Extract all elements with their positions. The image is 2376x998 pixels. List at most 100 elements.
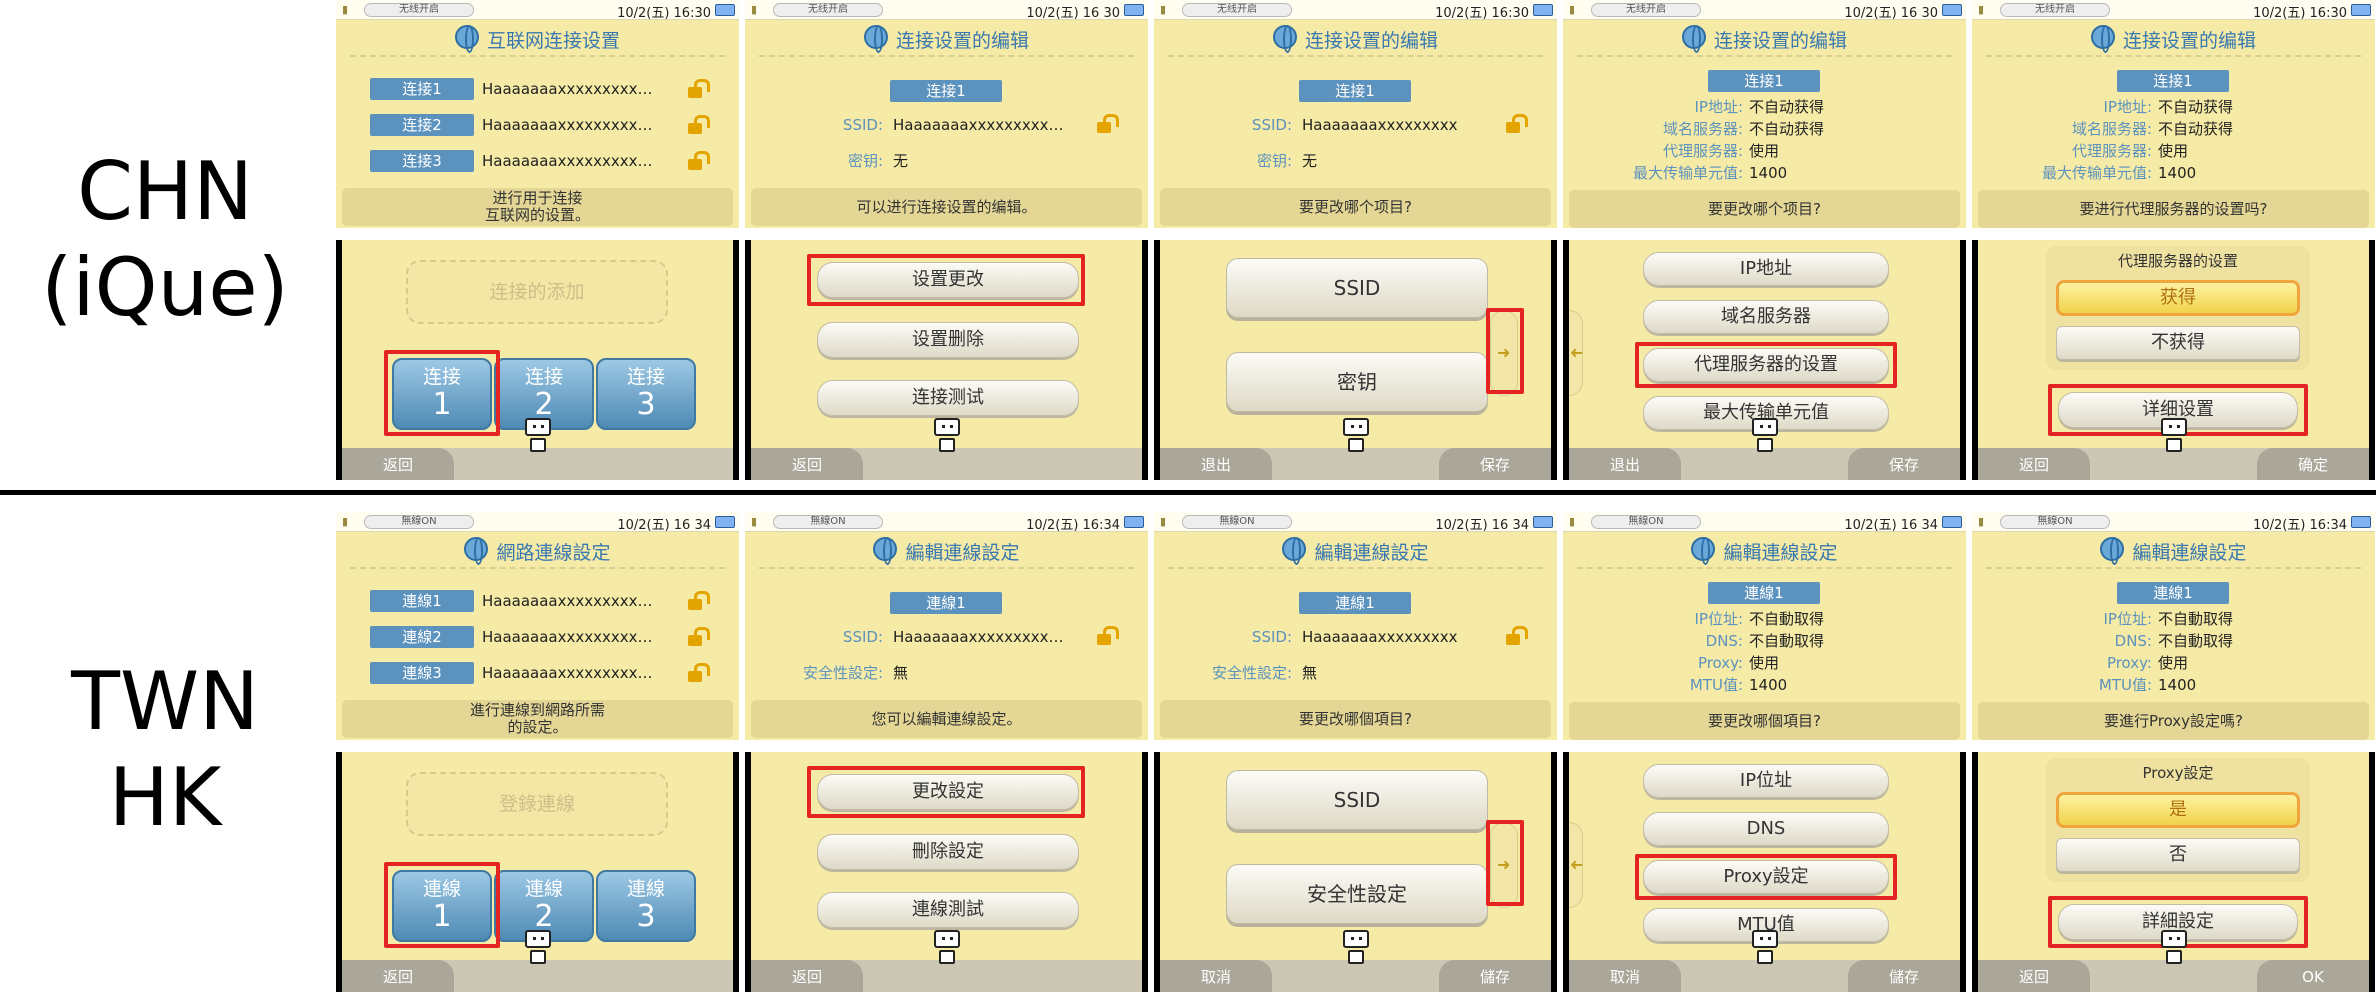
cancel-button[interactable]: 取消 (1569, 960, 1681, 992)
add-connection-button[interactable]: 连接的添加 (406, 260, 668, 324)
previous-page-tab[interactable]: ➜ (1569, 310, 1583, 396)
touch-panel: 代理服务器的设置 获得 不获得 详细设置 返回 确定 (1978, 240, 2369, 480)
page-title: 編輯連線設定 (905, 542, 1020, 564)
exit-button[interactable]: 退出 (1569, 448, 1681, 480)
cancel-button[interactable]: 取消 (1160, 960, 1272, 992)
message-box: 要进行代理服务器的设置吗? (1978, 190, 2369, 228)
save-button[interactable]: 儲存 (1848, 960, 1960, 992)
confirm-button[interactable]: 确定 (2257, 448, 2369, 480)
info-value: 不自動取得 (2158, 632, 2234, 650)
save-button[interactable]: 保存 (1439, 448, 1551, 480)
globe-icon (1691, 537, 1716, 565)
clock: 10/2(五) 16 34 (1435, 518, 1529, 533)
globe-icon (1272, 25, 1297, 53)
screen-connection-list: ▮ 无线开启 10/2(五) 16:30 互联网连接设置 连接1 Haaaaaaa… (336, 0, 739, 480)
delete-settings-button[interactable]: 刪除設定 (817, 834, 1079, 870)
proxy-no-option[interactable]: 否 (2056, 838, 2300, 872)
exit-button[interactable]: 退出 (1160, 448, 1272, 480)
add-connection-button[interactable]: 登錄連線 (406, 772, 668, 836)
battery-icon (1942, 516, 1962, 528)
field-row: 安全性設定: 無 (1154, 662, 1554, 684)
top-screen: ▮ 无线开启 10/2(五) 16 30 连接设置的编辑 连接1 IP地址: 不自… (1563, 0, 1966, 228)
field-label: 安全性設定: (1211, 664, 1292, 682)
highlight-box (384, 350, 500, 436)
message-text: 進行連線到網路所需 的設定。 (469, 701, 605, 736)
dns-button[interactable]: 域名服务器 (1643, 300, 1889, 334)
info-row: 最大传输单元值: 1400 (1563, 162, 1963, 184)
info-label: IP位址: (2103, 610, 2152, 628)
dns-button[interactable]: DNS (1643, 812, 1889, 846)
signal-icon: ▮ (1160, 515, 1167, 528)
ip-address-button[interactable]: IP位址 (1643, 764, 1889, 798)
connection-3-button[interactable]: 连接 3 (596, 358, 696, 430)
info-label: MTU值: (1689, 676, 1743, 694)
save-button[interactable]: 儲存 (1439, 960, 1551, 992)
mascot-icon (525, 418, 551, 452)
field-label: SSID: (1251, 628, 1292, 646)
previous-page-tab[interactable]: ➜ (1569, 822, 1583, 908)
signal-icon: ▮ (1569, 3, 1576, 16)
ip-address-button[interactable]: IP地址 (1643, 252, 1889, 286)
ssid-button[interactable]: SSID (1226, 258, 1488, 318)
back-button[interactable]: 返回 (751, 960, 863, 992)
delete-settings-button[interactable]: 设置删除 (817, 322, 1079, 358)
highlight-box (1486, 820, 1524, 906)
proxy-obtain-option[interactable]: 获得 (2056, 280, 2300, 316)
footer-bar: 退出 保存 (1569, 448, 1960, 480)
back-button[interactable]: 返回 (342, 448, 454, 480)
info-label: DNS: (2114, 632, 2152, 650)
wireless-status: 無線ON (2000, 515, 2110, 529)
connection-row: 连接1 Haaaaaaaxxxxxxxxx… (370, 78, 739, 100)
page-title: 編輯連線設定 (2132, 542, 2247, 564)
mascot-icon (1752, 418, 1778, 452)
info-row: DNS: 不自動取得 (1972, 630, 2372, 652)
connection-test-button[interactable]: 連線測試 (817, 892, 1079, 928)
info-row: 代理服务器: 使用 (1972, 140, 2372, 162)
wireless-status: 無線ON (773, 515, 883, 529)
proxy-yes-option[interactable]: 是 (2056, 792, 2300, 828)
info-value: 使用 (2158, 654, 2189, 672)
signal-icon: ▮ (342, 515, 349, 528)
clock: 10/2(五) 16:30 (617, 6, 711, 21)
highlight-box (1486, 308, 1524, 394)
proxy-not-obtain-option[interactable]: 不获得 (2056, 326, 2300, 360)
save-button[interactable]: 保存 (1848, 448, 1960, 480)
region-label-line: TWN (71, 655, 259, 748)
message-box: 要更改哪个项目? (1160, 188, 1551, 226)
security-settings-button[interactable]: 安全性設定 (1226, 864, 1488, 924)
footer-bar: 返回 (751, 448, 1142, 480)
footer-bar: 返回 (342, 448, 733, 480)
globe-icon (454, 25, 479, 53)
info-row: IP位址: 不自動取得 (1972, 608, 2372, 630)
info-value: 不自动获得 (2158, 120, 2234, 138)
info-label: IP地址: (2103, 98, 2152, 116)
message-text: 可以进行连接设置的编辑。 (856, 197, 1037, 216)
back-button[interactable]: 返回 (1978, 960, 2090, 992)
key-button[interactable]: 密钥 (1226, 352, 1488, 412)
connection-3-button[interactable]: 連線 3 (596, 870, 696, 942)
back-button[interactable]: 返回 (1978, 448, 2090, 480)
info-value: 不自动获得 (1749, 98, 1825, 116)
back-button[interactable]: 返回 (342, 960, 454, 992)
screen-choose-item: ▮ 无线开启 10/2(五) 16:30 连接设置的编辑 连接1 SSID: Ha… (1154, 0, 1557, 480)
clock: 10/2(五) 16 30 (1844, 6, 1938, 21)
title-separator (1577, 55, 1952, 57)
info-row: Proxy: 使用 (1563, 652, 1963, 674)
clock: 10/2(五) 16 34 (1844, 518, 1938, 533)
footer-bar: 取消 儲存 (1160, 960, 1551, 992)
info-row: DNS: 不自動取得 (1563, 630, 1963, 652)
ssid-button[interactable]: SSID (1226, 770, 1488, 830)
connection-test-button[interactable]: 连接测试 (817, 380, 1079, 416)
message-text: 您可以編輯連線設定。 (871, 709, 1022, 728)
battery-icon (715, 516, 735, 528)
message-text: 进行用于连接 互联网的设置。 (484, 189, 590, 224)
row-divider (0, 490, 2376, 495)
screen-choose-item-page2: ▮ 无线开启 10/2(五) 16 30 连接设置的编辑 连接1 IP地址: 不自… (1563, 0, 1966, 480)
ok-button[interactable]: OK (2257, 960, 2369, 992)
back-button[interactable]: 返回 (751, 448, 863, 480)
connection-tag: 连接3 (370, 150, 474, 172)
connection-tag: 連線1 (2117, 582, 2229, 604)
region-label-chn: CHN (iQue) (0, 120, 330, 360)
touch-panel: 登錄連線 連線 1 連線 2 連線 3 返回 (342, 752, 733, 992)
touch-panel: SSID 安全性設定 ➜ 取消 儲存 (1160, 752, 1551, 992)
